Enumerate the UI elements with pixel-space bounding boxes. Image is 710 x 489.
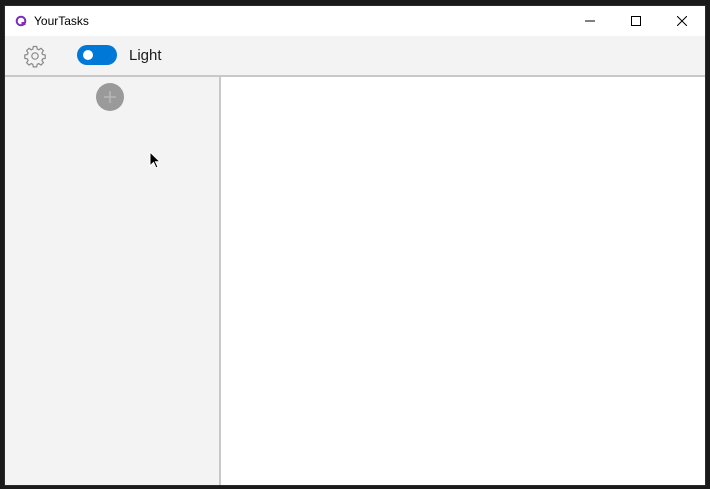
- close-icon: [677, 16, 687, 26]
- toggle-knob: [83, 50, 93, 60]
- add-task-button[interactable]: [96, 83, 124, 111]
- window-title: YourTasks: [34, 14, 89, 28]
- mouse-pointer-icon: [149, 151, 162, 169]
- minimize-icon: [585, 20, 595, 22]
- theme-toggle-label: Light: [129, 47, 162, 64]
- theme-toggle[interactable]: [77, 45, 117, 65]
- maximize-icon: [631, 16, 641, 26]
- caption-buttons: [567, 6, 705, 36]
- toolbar: Light: [5, 36, 705, 77]
- app-logo-icon: [14, 14, 28, 28]
- close-button[interactable]: [659, 6, 705, 36]
- gear-icon: [24, 45, 46, 68]
- settings-button[interactable]: [21, 44, 49, 68]
- title-bar[interactable]: YourTasks: [5, 6, 705, 36]
- app-window: YourTasks Light: [4, 5, 706, 486]
- maximize-button[interactable]: [613, 6, 659, 36]
- plus-icon: [104, 91, 116, 103]
- minimize-button[interactable]: [567, 6, 613, 36]
- main-content: [221, 77, 705, 485]
- sidebar: [5, 77, 221, 485]
